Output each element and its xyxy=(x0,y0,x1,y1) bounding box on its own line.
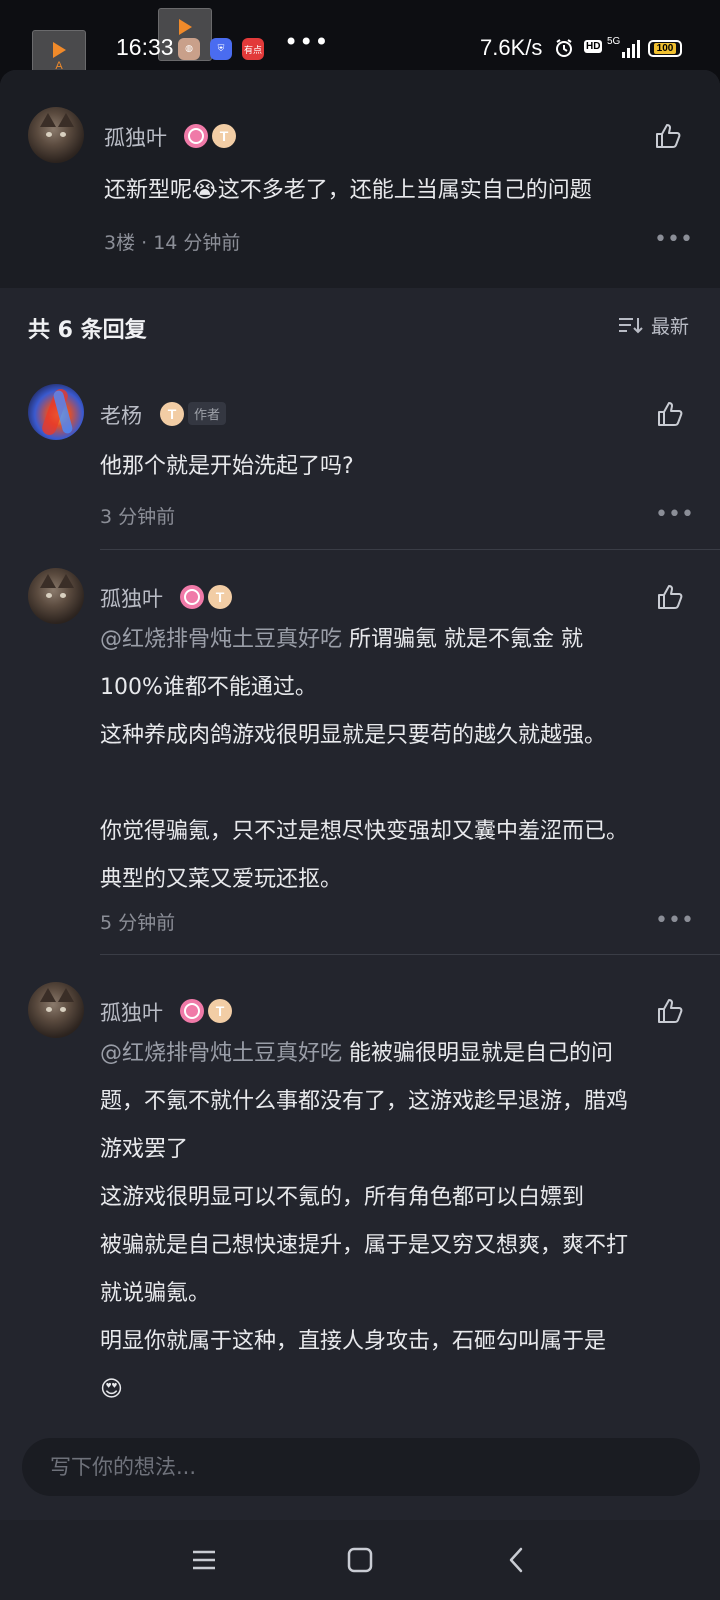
level-badge-icon xyxy=(180,999,204,1023)
back-button[interactable] xyxy=(500,1544,532,1576)
network-type: 5G xyxy=(607,36,621,47)
username[interactable]: 孤独叶 xyxy=(100,583,163,613)
avatar[interactable] xyxy=(28,107,84,163)
level-badge-icon xyxy=(180,585,204,609)
title-badge-icon: T xyxy=(212,124,236,148)
network-speed: 7.6K/s xyxy=(480,35,543,60)
username[interactable]: 孤独叶 xyxy=(104,122,167,152)
parent-comment: 孤独叶 T 还新型呢😭这不多老了，还能上当属实自己的问题 3楼 · 14 分钟前… xyxy=(0,70,720,288)
comment-meta: 3楼 · 14 分钟前 xyxy=(104,232,241,254)
avatar[interactable] xyxy=(28,982,84,1038)
comment-text: 他那个就是开始洗起了吗? xyxy=(100,454,354,479)
replies-count-title: 共 6 条回复 xyxy=(28,318,147,343)
battery-level: 100 xyxy=(653,43,677,54)
author-tag: 作者 xyxy=(188,402,227,425)
like-icon[interactable] xyxy=(653,121,683,151)
recent-apps-button[interactable] xyxy=(188,1544,220,1576)
play-icon xyxy=(178,19,192,35)
comment-text: 还新型呢😭这不多老了，还能上当属实自己的问题 xyxy=(104,178,592,203)
like-icon[interactable] xyxy=(655,996,685,1026)
status-bar: A 16:33 ◍ ⛨ 有点 ••• 7.6K/s HD 5G 100 xyxy=(0,0,720,83)
like-icon[interactable] xyxy=(655,582,685,612)
comment-sheet: 孤独叶 T 还新型呢😭这不多老了，还能上当属实自己的问题 3楼 · 14 分钟前… xyxy=(0,70,720,1520)
home-icon xyxy=(347,1547,373,1573)
more-options-icon[interactable]: ••• xyxy=(655,504,694,526)
comment-meta: 3 分钟前 xyxy=(100,506,176,528)
shield-icon: ⛨ xyxy=(210,38,232,60)
more-options-icon[interactable]: ••• xyxy=(655,910,694,932)
app-notification-icon: ◍ xyxy=(178,38,200,60)
menu-icon xyxy=(193,1550,215,1570)
sort-icon xyxy=(619,317,643,333)
divider xyxy=(100,954,720,955)
heart-eyes-emoji-icon: 😍 xyxy=(100,1377,123,1402)
level-badge-icon xyxy=(184,124,208,148)
comment-input-bar xyxy=(22,1438,700,1496)
title-badge-icon: T xyxy=(160,402,184,426)
back-icon xyxy=(509,1547,523,1573)
username[interactable]: 老杨 xyxy=(100,400,142,430)
comment-text: @红烧排骨炖土豆真好吃 所谓骗氪 就是不氪金 就 100%谁都不能通过。 这种养… xyxy=(100,627,629,892)
battery-icon: 100 xyxy=(648,40,682,57)
signal-icon xyxy=(622,40,640,58)
username[interactable]: 孤独叶 xyxy=(100,997,163,1027)
news-app-icon: 有点 xyxy=(242,38,264,60)
mention-link[interactable]: @红烧排骨炖土豆真好吃 xyxy=(100,1041,342,1066)
sort-label: 最新 xyxy=(651,316,690,338)
comment-meta: 5 分钟前 xyxy=(100,912,176,934)
play-icon xyxy=(52,41,66,58)
comment-text: @红烧排骨炖土豆真好吃 能被骗很明显就是自己的问 题，不氪不就什么事都没有了，这… xyxy=(100,1041,629,1402)
divider xyxy=(100,549,720,550)
more-options-icon[interactable]: ••• xyxy=(654,229,693,251)
comment-input[interactable] xyxy=(22,1438,700,1496)
like-icon[interactable] xyxy=(655,399,685,429)
alarm-icon xyxy=(554,38,574,62)
avatar[interactable] xyxy=(28,384,84,440)
more-notifications-icon: ••• xyxy=(284,28,330,56)
title-badge-icon: T xyxy=(208,999,232,1023)
mention-link[interactable]: @红烧排骨炖土豆真好吃 xyxy=(100,627,342,652)
crying-emoji-icon: 😭 xyxy=(192,178,218,203)
clock: 16:33 xyxy=(116,34,174,60)
title-badge-icon: T xyxy=(208,585,232,609)
sort-button[interactable]: 最新 xyxy=(617,312,689,339)
avatar[interactable] xyxy=(28,568,84,624)
home-button[interactable] xyxy=(344,1544,376,1576)
system-nav-bar xyxy=(0,1520,720,1600)
hd-voice-icon: HD xyxy=(584,40,603,53)
